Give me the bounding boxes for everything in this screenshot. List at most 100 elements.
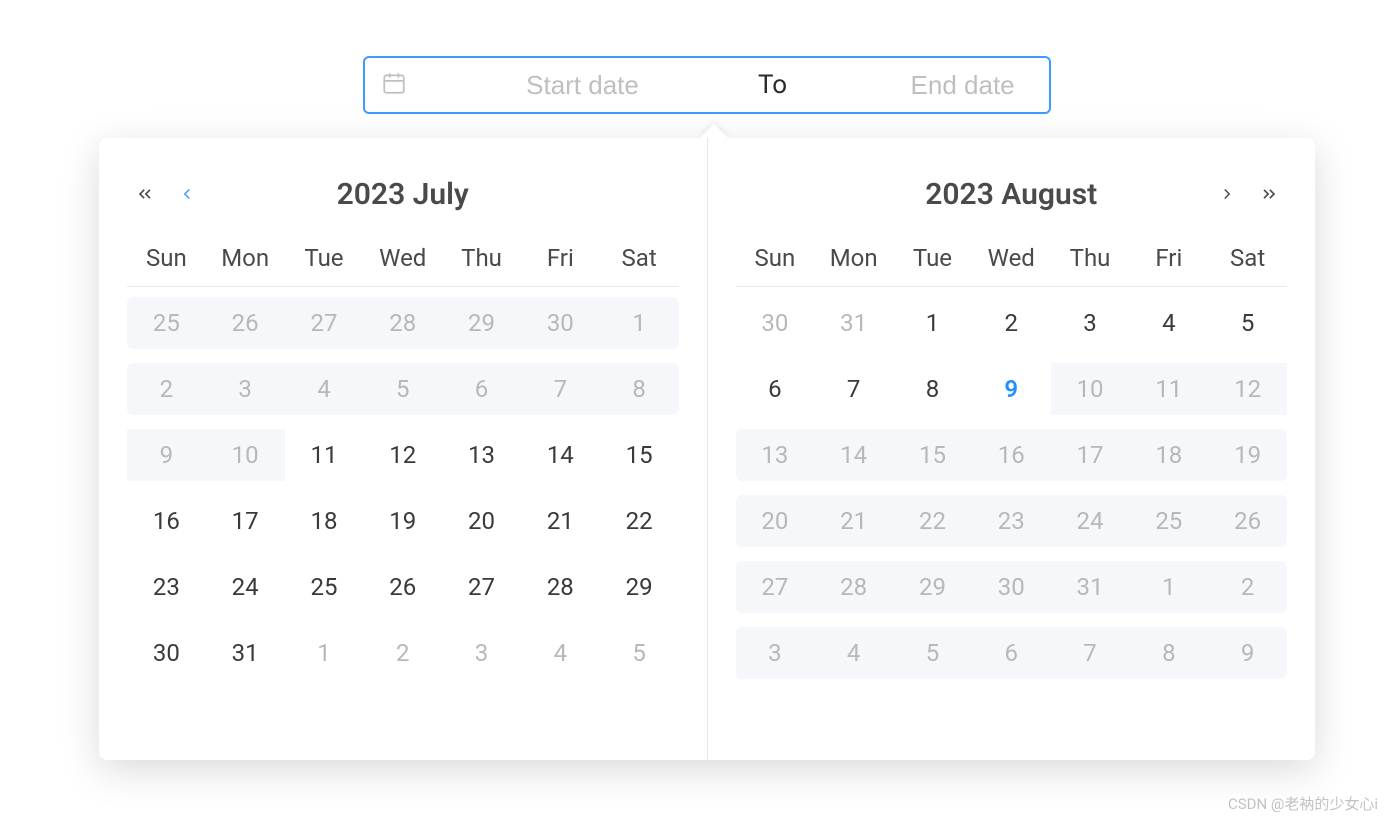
day-cell[interactable]: 19	[363, 495, 442, 547]
day-cell[interactable]: 2	[1208, 561, 1287, 613]
day-cell[interactable]: 25	[285, 561, 364, 613]
day-cell[interactable]: 7	[521, 363, 600, 415]
day-cell[interactable]: 15	[893, 429, 972, 481]
range-separator: To	[750, 70, 795, 100]
day-cell[interactable]: 31	[206, 627, 285, 679]
day-cell[interactable]: 16	[127, 495, 206, 547]
day-cell[interactable]: 21	[814, 495, 893, 547]
week-row: 23242526272829	[127, 561, 679, 613]
day-cell[interactable]: 29	[442, 297, 521, 349]
day-cell[interactable]: 5	[600, 627, 679, 679]
left-month-title[interactable]: 2023 July	[337, 177, 469, 212]
day-cell[interactable]: 11	[1129, 363, 1208, 415]
prev-year-button[interactable]	[133, 182, 157, 206]
day-cell[interactable]: 30	[736, 297, 815, 349]
week-row: 20212223242526	[736, 495, 1288, 547]
day-cell[interactable]: 25	[127, 297, 206, 349]
day-cell[interactable]: 30	[127, 627, 206, 679]
right-month-title[interactable]: 2023 August	[925, 177, 1097, 212]
day-cell[interactable]: 27	[285, 297, 364, 349]
day-cell[interactable]: 14	[814, 429, 893, 481]
day-cell[interactable]: 8	[600, 363, 679, 415]
day-cell[interactable]: 5	[363, 363, 442, 415]
day-cell[interactable]: 19	[1208, 429, 1287, 481]
prev-month-button[interactable]	[175, 182, 199, 206]
day-cell[interactable]: 12	[1208, 363, 1287, 415]
calendar-icon	[381, 70, 407, 100]
day-cell[interactable]: 1	[1129, 561, 1208, 613]
day-cell[interactable]: 17	[206, 495, 285, 547]
day-cell[interactable]: 8	[1129, 627, 1208, 679]
day-cell[interactable]: 18	[1129, 429, 1208, 481]
day-cell[interactable]: 30	[972, 561, 1051, 613]
day-cell[interactable]: 26	[1208, 495, 1287, 547]
day-cell[interactable]: 26	[363, 561, 442, 613]
end-date-field[interactable]	[795, 70, 1130, 101]
day-cell[interactable]: 6	[736, 363, 815, 415]
day-cell[interactable]: 22	[600, 495, 679, 547]
week-row: 303112345	[736, 297, 1288, 349]
day-cell[interactable]: 3	[206, 363, 285, 415]
day-cell[interactable]: 8	[893, 363, 972, 415]
day-cell[interactable]: 6	[972, 627, 1051, 679]
day-cell[interactable]: 3	[736, 627, 815, 679]
day-cell[interactable]: 5	[893, 627, 972, 679]
day-cell[interactable]: 17	[1051, 429, 1130, 481]
left-month-header: 2023 July	[127, 170, 679, 218]
day-cell[interactable]: 31	[1051, 561, 1130, 613]
day-cell[interactable]: 31	[814, 297, 893, 349]
day-cell[interactable]: 4	[1129, 297, 1208, 349]
day-cell[interactable]: 23	[972, 495, 1051, 547]
day-cell[interactable]: 28	[363, 297, 442, 349]
day-cell[interactable]: 21	[521, 495, 600, 547]
day-cell[interactable]: 5	[1208, 297, 1287, 349]
day-cell[interactable]: 2	[972, 297, 1051, 349]
day-cell[interactable]: 3	[1051, 297, 1130, 349]
next-month-button[interactable]	[1215, 182, 1239, 206]
day-cell[interactable]: 23	[127, 561, 206, 613]
day-cell[interactable]: 13	[442, 429, 521, 481]
day-cell[interactable]: 24	[1051, 495, 1130, 547]
day-cell[interactable]: 25	[1129, 495, 1208, 547]
day-cell[interactable]: 28	[814, 561, 893, 613]
date-range-input[interactable]: To	[363, 56, 1051, 114]
day-cell[interactable]: 29	[893, 561, 972, 613]
day-cell[interactable]: 3	[442, 627, 521, 679]
day-cell[interactable]: 20	[442, 495, 521, 547]
day-cell[interactable]: 4	[285, 363, 364, 415]
day-cell[interactable]: 10	[206, 429, 285, 481]
day-cell[interactable]: 29	[600, 561, 679, 613]
day-cell[interactable]: 2	[127, 363, 206, 415]
day-cell[interactable]: 22	[893, 495, 972, 547]
day-cell[interactable]: 9	[972, 363, 1051, 415]
day-cell[interactable]: 24	[206, 561, 285, 613]
next-year-button[interactable]	[1257, 182, 1281, 206]
day-cell[interactable]: 12	[363, 429, 442, 481]
day-cell[interactable]: 26	[206, 297, 285, 349]
day-cell[interactable]: 1	[285, 627, 364, 679]
day-cell[interactable]: 4	[521, 627, 600, 679]
day-cell[interactable]: 13	[736, 429, 815, 481]
day-cell[interactable]: 18	[285, 495, 364, 547]
day-cell[interactable]: 10	[1051, 363, 1130, 415]
day-cell[interactable]: 16	[972, 429, 1051, 481]
day-cell[interactable]: 20	[736, 495, 815, 547]
day-cell[interactable]: 7	[1051, 627, 1130, 679]
day-cell[interactable]: 9	[127, 429, 206, 481]
day-cell[interactable]: 27	[736, 561, 815, 613]
day-cell[interactable]: 11	[285, 429, 364, 481]
day-cell[interactable]: 14	[521, 429, 600, 481]
day-cell[interactable]: 28	[521, 561, 600, 613]
day-cell[interactable]: 1	[600, 297, 679, 349]
day-cell[interactable]: 30	[521, 297, 600, 349]
day-cell[interactable]: 9	[1208, 627, 1287, 679]
week-row: 16171819202122	[127, 495, 679, 547]
day-cell[interactable]: 4	[814, 627, 893, 679]
day-cell[interactable]: 15	[600, 429, 679, 481]
day-cell[interactable]: 2	[363, 627, 442, 679]
day-cell[interactable]: 7	[814, 363, 893, 415]
day-cell[interactable]: 6	[442, 363, 521, 415]
day-cell[interactable]: 1	[893, 297, 972, 349]
day-cell[interactable]: 27	[442, 561, 521, 613]
start-date-field[interactable]	[415, 70, 750, 101]
